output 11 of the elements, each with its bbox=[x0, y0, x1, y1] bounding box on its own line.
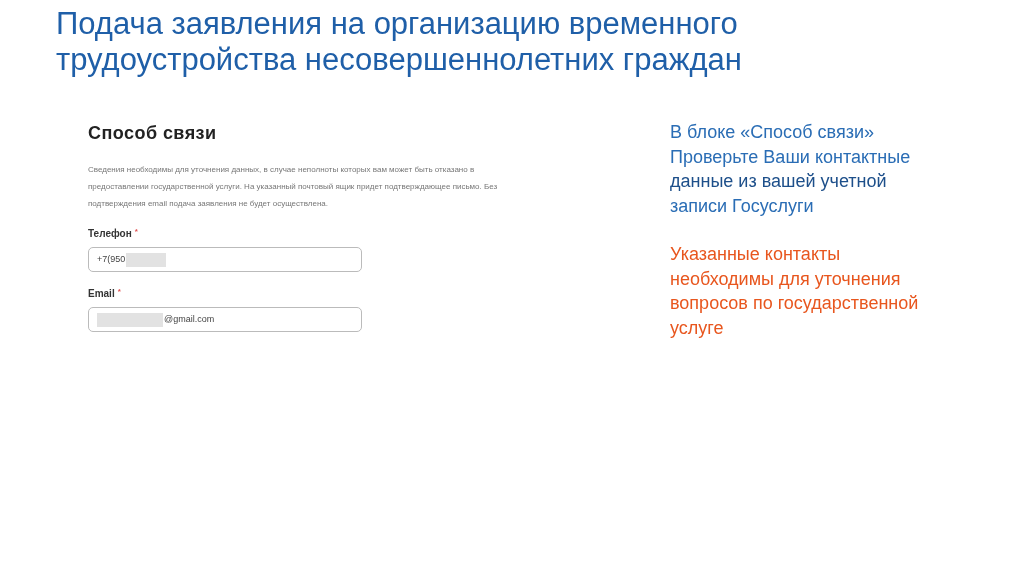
input-field[interactable]: @gmail.com bbox=[88, 307, 362, 332]
section-description: Сведения необходимы для уточнения данных, в случае неполноты которых вам может быть отказано в предоставлении государственной услуги. На указанный почтовый ящик придет подтверждающее письмо. Без подтверждения email подача заявления не будет осуществлена. bbox=[88, 164, 499, 210]
note-text: Указанные контакты необходимы для уточнения вопросов по государственной услуге bbox=[670, 243, 920, 340]
required-asterisk-icon: * bbox=[117, 286, 121, 301]
slide-title: Подача заявления на организацию временного трудоустройства несовершеннолетних граждан bbox=[56, 6, 743, 78]
field-label: Email bbox=[88, 287, 115, 301]
field-label: Телефон bbox=[88, 227, 132, 241]
section-heading: Способ связи bbox=[88, 122, 218, 145]
required-asterisk-icon: * bbox=[134, 226, 138, 241]
note-text: В блоке «Способ связи» Проверьте Ваши контактные данные из вашей учетной записи Госуслуги bbox=[670, 121, 912, 218]
input-field[interactable]: +7(950 bbox=[88, 247, 362, 272]
